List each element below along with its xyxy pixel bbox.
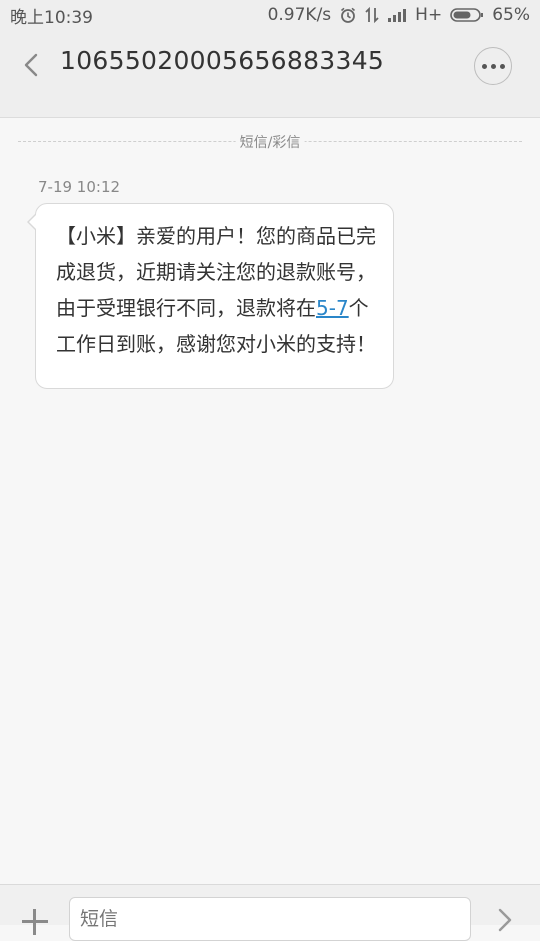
- message-link[interactable]: 5-7: [316, 296, 349, 320]
- message-bubble[interactable]: 【小米】亲爱的用户！您的商品已完成退货，近期请关注您的退款账号，由于受理银行不同…: [35, 203, 394, 389]
- battery-level: 65%: [492, 5, 530, 25]
- send-button[interactable]: [494, 905, 516, 935]
- message-timestamp: 7-19 10:12: [38, 178, 121, 196]
- attach-button[interactable]: [22, 909, 48, 935]
- more-dots-icon: [480, 63, 507, 69]
- compose-bar: [0, 884, 540, 941]
- message-type-label: 短信/彩信: [235, 132, 305, 152]
- data-transfer-icon: [365, 6, 379, 24]
- signal-icon: [387, 7, 407, 23]
- status-time: 晚上10:39: [10, 7, 93, 28]
- conversation-header: 10655020005656883345: [0, 30, 540, 118]
- network-type: H+: [415, 5, 443, 25]
- back-button[interactable]: [20, 50, 46, 80]
- message-input[interactable]: [69, 897, 471, 941]
- message-type-divider: 短信/彩信: [18, 132, 522, 152]
- more-options-button[interactable]: [474, 47, 512, 85]
- send-chevron-icon: [498, 908, 512, 932]
- battery-icon: [450, 7, 484, 23]
- status-bar: 晚上10:39 0.97K/s H+ 65%: [0, 0, 540, 30]
- alarm-icon: [339, 6, 357, 24]
- status-right-group: 0.97K/s H+ 65%: [268, 5, 530, 25]
- sender-number: 10655020005656883345: [60, 46, 385, 75]
- network-speed: 0.97K/s: [267, 5, 332, 25]
- chevron-left-icon: [24, 53, 38, 77]
- bubble-tail-fill: [29, 214, 37, 230]
